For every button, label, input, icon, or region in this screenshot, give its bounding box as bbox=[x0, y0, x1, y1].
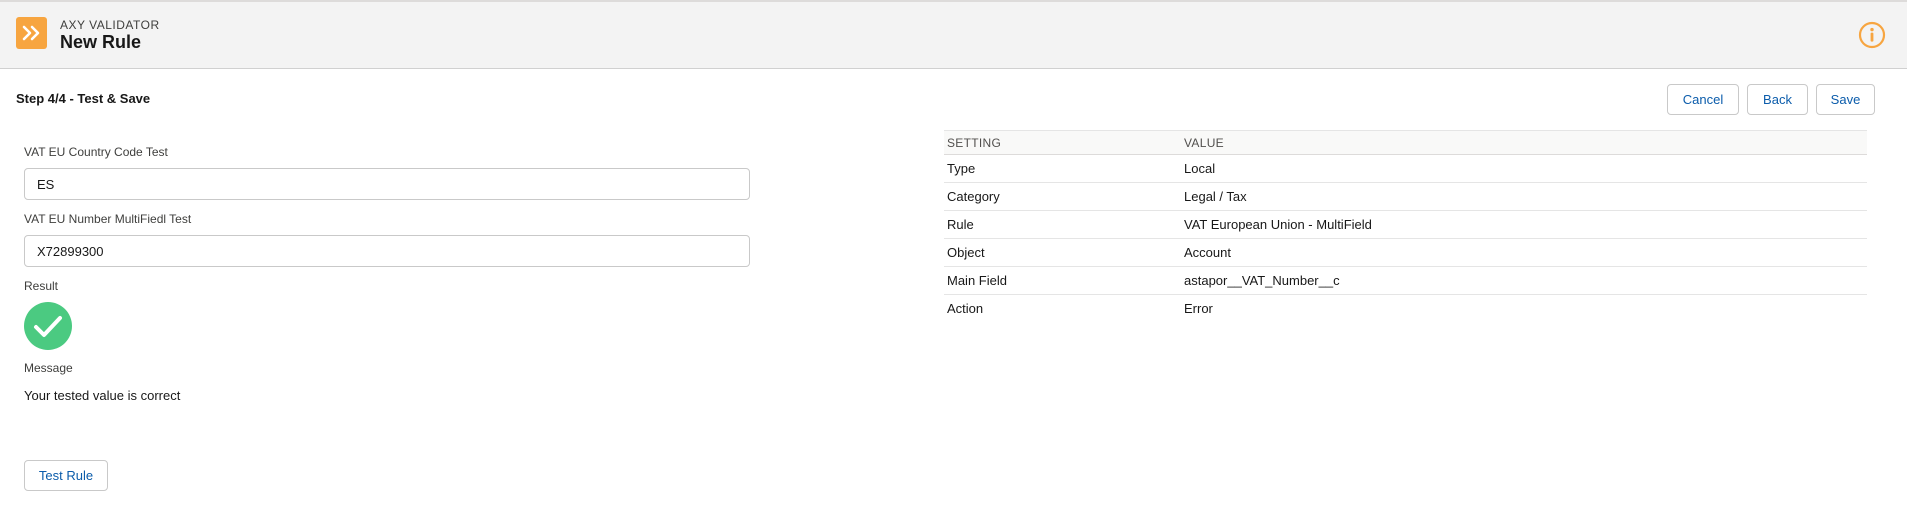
setting-name: Action bbox=[947, 301, 984, 316]
setting-name: Rule bbox=[944, 210, 1181, 239]
table-row: Type Local bbox=[944, 154, 1867, 183]
setting-value: astapor__VAT_Number__c bbox=[1181, 266, 1867, 295]
result-label: Result bbox=[24, 279, 59, 293]
column-header-value: VALUE bbox=[1181, 130, 1867, 155]
table-row: Object Account bbox=[944, 238, 1867, 267]
setting-name: Type bbox=[944, 154, 1181, 183]
save-button[interactable]: Save bbox=[1816, 84, 1875, 115]
info-icon[interactable] bbox=[1858, 21, 1886, 49]
vat-number-label: VAT EU Number MultiFiedl Test bbox=[24, 212, 192, 226]
setting-value: Legal / Tax bbox=[1181, 182, 1867, 211]
setting-value: Local bbox=[1181, 154, 1867, 183]
setting-value: Error bbox=[1184, 301, 1213, 316]
cancel-button[interactable]: Cancel bbox=[1667, 84, 1739, 115]
page-header: AXY VALIDATOR New Rule bbox=[0, 0, 1907, 69]
setting-value: Account bbox=[1181, 238, 1867, 267]
table-row: Action Error bbox=[944, 295, 1867, 323]
app-name: AXY VALIDATOR bbox=[60, 18, 160, 32]
back-button[interactable]: Back bbox=[1747, 84, 1808, 115]
setting-value: VAT European Union - MultiField bbox=[1181, 210, 1867, 239]
table-row: Category Legal / Tax bbox=[944, 182, 1867, 211]
column-header-setting: SETTING bbox=[944, 130, 1181, 155]
setting-name: Category bbox=[944, 182, 1181, 211]
table-row: Main Field astapor__VAT_Number__c bbox=[944, 266, 1867, 295]
page-title: New Rule bbox=[60, 32, 142, 52]
table-row: Rule VAT European Union - MultiField bbox=[944, 210, 1867, 239]
message-label: Message bbox=[24, 361, 73, 375]
message-text: Your tested value is correct bbox=[24, 388, 181, 403]
vat-number-input[interactable] bbox=[24, 235, 750, 267]
check-circle-icon bbox=[24, 302, 72, 350]
settings-table: SETTING VALUE Type Local Category Legal … bbox=[944, 130, 1867, 322]
double-chevron-right-icon bbox=[16, 17, 47, 49]
setting-name: Main Field bbox=[944, 266, 1181, 295]
country-code-input[interactable] bbox=[24, 168, 750, 200]
step-title: Step 4/4 - Test & Save bbox=[16, 91, 151, 106]
country-code-label: VAT EU Country Code Test bbox=[24, 145, 168, 159]
setting-name: Object bbox=[944, 238, 1181, 267]
test-rule-button[interactable]: Test Rule bbox=[24, 460, 108, 491]
